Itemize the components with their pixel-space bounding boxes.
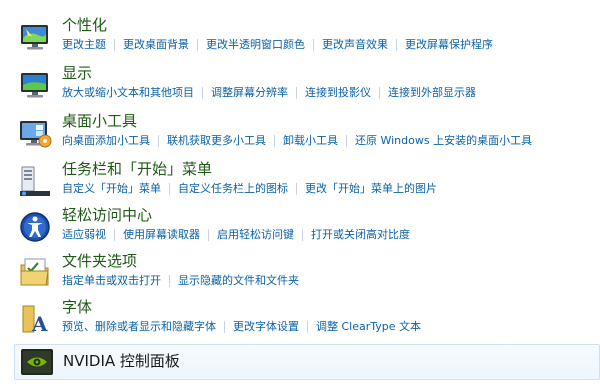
link-enable-easy-access-keys[interactable]: 启用轻松访问键 (217, 228, 294, 242)
category-links-desktop-gadgets: 向桌面添加小工具 联机获取更多小工具 卸载小工具 还原 Windows 上安装的… (62, 134, 532, 148)
link-separator (307, 321, 308, 333)
category-links-fonts: 预览、删除或者显示和隐藏字体 更改字体设置 调整 ClearType 文本 (62, 320, 421, 334)
link-separator (346, 135, 347, 147)
link-get-more-gadgets[interactable]: 联机获取更多小工具 (167, 134, 266, 148)
category-links-display: 放大或缩小文本和其他项目 调整屏幕分辨率 连接到投影仪 连接到外部显示器 (62, 86, 476, 100)
link-separator (158, 135, 159, 147)
link-change-theme[interactable]: 更改主题 (62, 38, 106, 52)
link-connect-projector[interactable]: 连接到投影仪 (305, 86, 371, 100)
category-links-personalization: 更改主题 更改桌面背景 更改半透明窗口颜色 更改声音效果 更改屏幕保护程序 (62, 38, 493, 52)
link-separator (379, 87, 380, 99)
category-title-folder-options[interactable]: 文件夹选项 (62, 252, 137, 270)
link-customize-start-menu[interactable]: 自定义「开始」菜单 (62, 182, 161, 196)
link-separator (396, 39, 397, 51)
link-optimize-low-vision[interactable]: 适应弱视 (62, 228, 106, 242)
category-personalization: 个性化 更改主题 更改桌面背景 更改半透明窗口颜色 更改声音效果 更改屏幕保护程… (14, 16, 600, 60)
category-links-taskbar-start-menu: 自定义「开始」菜单 自定义任务栏上的图标 更改「开始」菜单上的图片 (62, 182, 437, 196)
folder-options-icon[interactable] (18, 256, 52, 290)
category-title-taskbar-start-menu[interactable]: 任务栏和「开始」菜单 (62, 160, 212, 178)
link-customize-taskbar-icons[interactable]: 自定义任务栏上的图标 (178, 182, 288, 196)
category-links-folder-options: 指定单击或双击打开 显示隐藏的文件和文件夹 (62, 274, 299, 288)
link-use-screen-reader[interactable]: 使用屏幕读取器 (123, 228, 200, 242)
link-separator (114, 229, 115, 241)
nvidia-control-panel-icon (21, 349, 53, 375)
category-links-ease-of-access: 适应弱视 使用屏幕读取器 启用轻松访问键 打开或关闭高对比度 (62, 228, 410, 242)
category-taskbar-start-menu: 任务栏和「开始」菜单 自定义「开始」菜单 自定义任务栏上的图标 更改「开始」菜单… (14, 160, 600, 204)
link-preview-delete-fonts[interactable]: 预览、删除或者显示和隐藏字体 (62, 320, 216, 334)
link-separator (169, 183, 170, 195)
link-separator (296, 183, 297, 195)
desktop-gadgets-icon[interactable] (18, 116, 52, 150)
link-separator (197, 39, 198, 51)
category-nvidia-control-panel[interactable]: NVIDIA 控制面板 (14, 344, 600, 380)
link-connect-external-display[interactable]: 连接到外部显示器 (388, 86, 476, 100)
taskbar-start-menu-icon[interactable] (18, 164, 52, 198)
category-title-personalization[interactable]: 个性化 (62, 16, 107, 34)
category-desktop-gadgets: 桌面小工具 向桌面添加小工具 联机获取更多小工具 卸载小工具 还原 Window… (14, 112, 600, 156)
link-separator (169, 275, 170, 287)
link-scale-text[interactable]: 放大或缩小文本和其他项目 (62, 86, 194, 100)
link-single-double-click[interactable]: 指定单击或双击打开 (62, 274, 161, 288)
category-folder-options: 文件夹选项 指定单击或双击打开 显示隐藏的文件和文件夹 (14, 252, 600, 296)
link-separator (114, 39, 115, 51)
link-change-font-settings[interactable]: 更改字体设置 (233, 320, 299, 334)
link-change-desktop-background[interactable]: 更改桌面背景 (123, 38, 189, 52)
category-ease-of-access: 轻松访问中心 适应弱视 使用屏幕读取器 启用轻松访问键 打开或关闭高对比度 (14, 206, 600, 250)
link-add-gadgets[interactable]: 向桌面添加小工具 (62, 134, 150, 148)
link-adjust-resolution[interactable]: 调整屏幕分辨率 (211, 86, 288, 100)
link-separator (274, 135, 275, 147)
category-title-ease-of-access[interactable]: 轻松访问中心 (62, 206, 152, 224)
link-separator (296, 87, 297, 99)
link-change-start-menu-picture[interactable]: 更改「开始」菜单上的图片 (305, 182, 437, 196)
fonts-folder-icon[interactable]: A (18, 302, 52, 336)
link-separator (202, 87, 203, 99)
nvidia-control-panel-title[interactable]: NVIDIA 控制面板 (63, 352, 180, 370)
link-uninstall-gadget[interactable]: 卸载小工具 (283, 134, 338, 148)
link-change-window-color[interactable]: 更改半透明窗口颜色 (206, 38, 305, 52)
link-separator (313, 39, 314, 51)
category-display: 显示 放大或缩小文本和其他项目 调整屏幕分辨率 连接到投影仪 连接到外部显示器 (14, 64, 600, 108)
link-separator (302, 229, 303, 241)
link-change-sound-effects[interactable]: 更改声音效果 (322, 38, 388, 52)
control-panel-appearance: 个性化 更改主题 更改桌面背景 更改半透明窗口颜色 更改声音效果 更改屏幕保护程… (0, 0, 600, 391)
link-change-screen-saver[interactable]: 更改屏幕保护程序 (405, 38, 493, 52)
monitor-personalize-icon[interactable] (18, 20, 52, 54)
category-title-display[interactable]: 显示 (62, 64, 92, 82)
category-title-desktop-gadgets[interactable]: 桌面小工具 (62, 112, 137, 130)
category-fonts: A 字体 预览、删除或者显示和隐藏字体 更改字体设置 调整 ClearType … (14, 298, 600, 342)
ease-of-access-icon[interactable] (18, 210, 52, 244)
link-separator (224, 321, 225, 333)
category-title-fonts[interactable]: 字体 (62, 298, 92, 316)
link-separator (208, 229, 209, 241)
svg-text:A: A (31, 312, 48, 336)
link-restore-gadgets[interactable]: 还原 Windows 上安装的桌面小工具 (355, 134, 532, 148)
display-monitor-icon[interactable] (18, 68, 52, 102)
link-show-hidden-files[interactable]: 显示隐藏的文件和文件夹 (178, 274, 299, 288)
link-adjust-cleartype[interactable]: 调整 ClearType 文本 (316, 320, 421, 334)
link-toggle-high-contrast[interactable]: 打开或关闭高对比度 (311, 228, 410, 242)
